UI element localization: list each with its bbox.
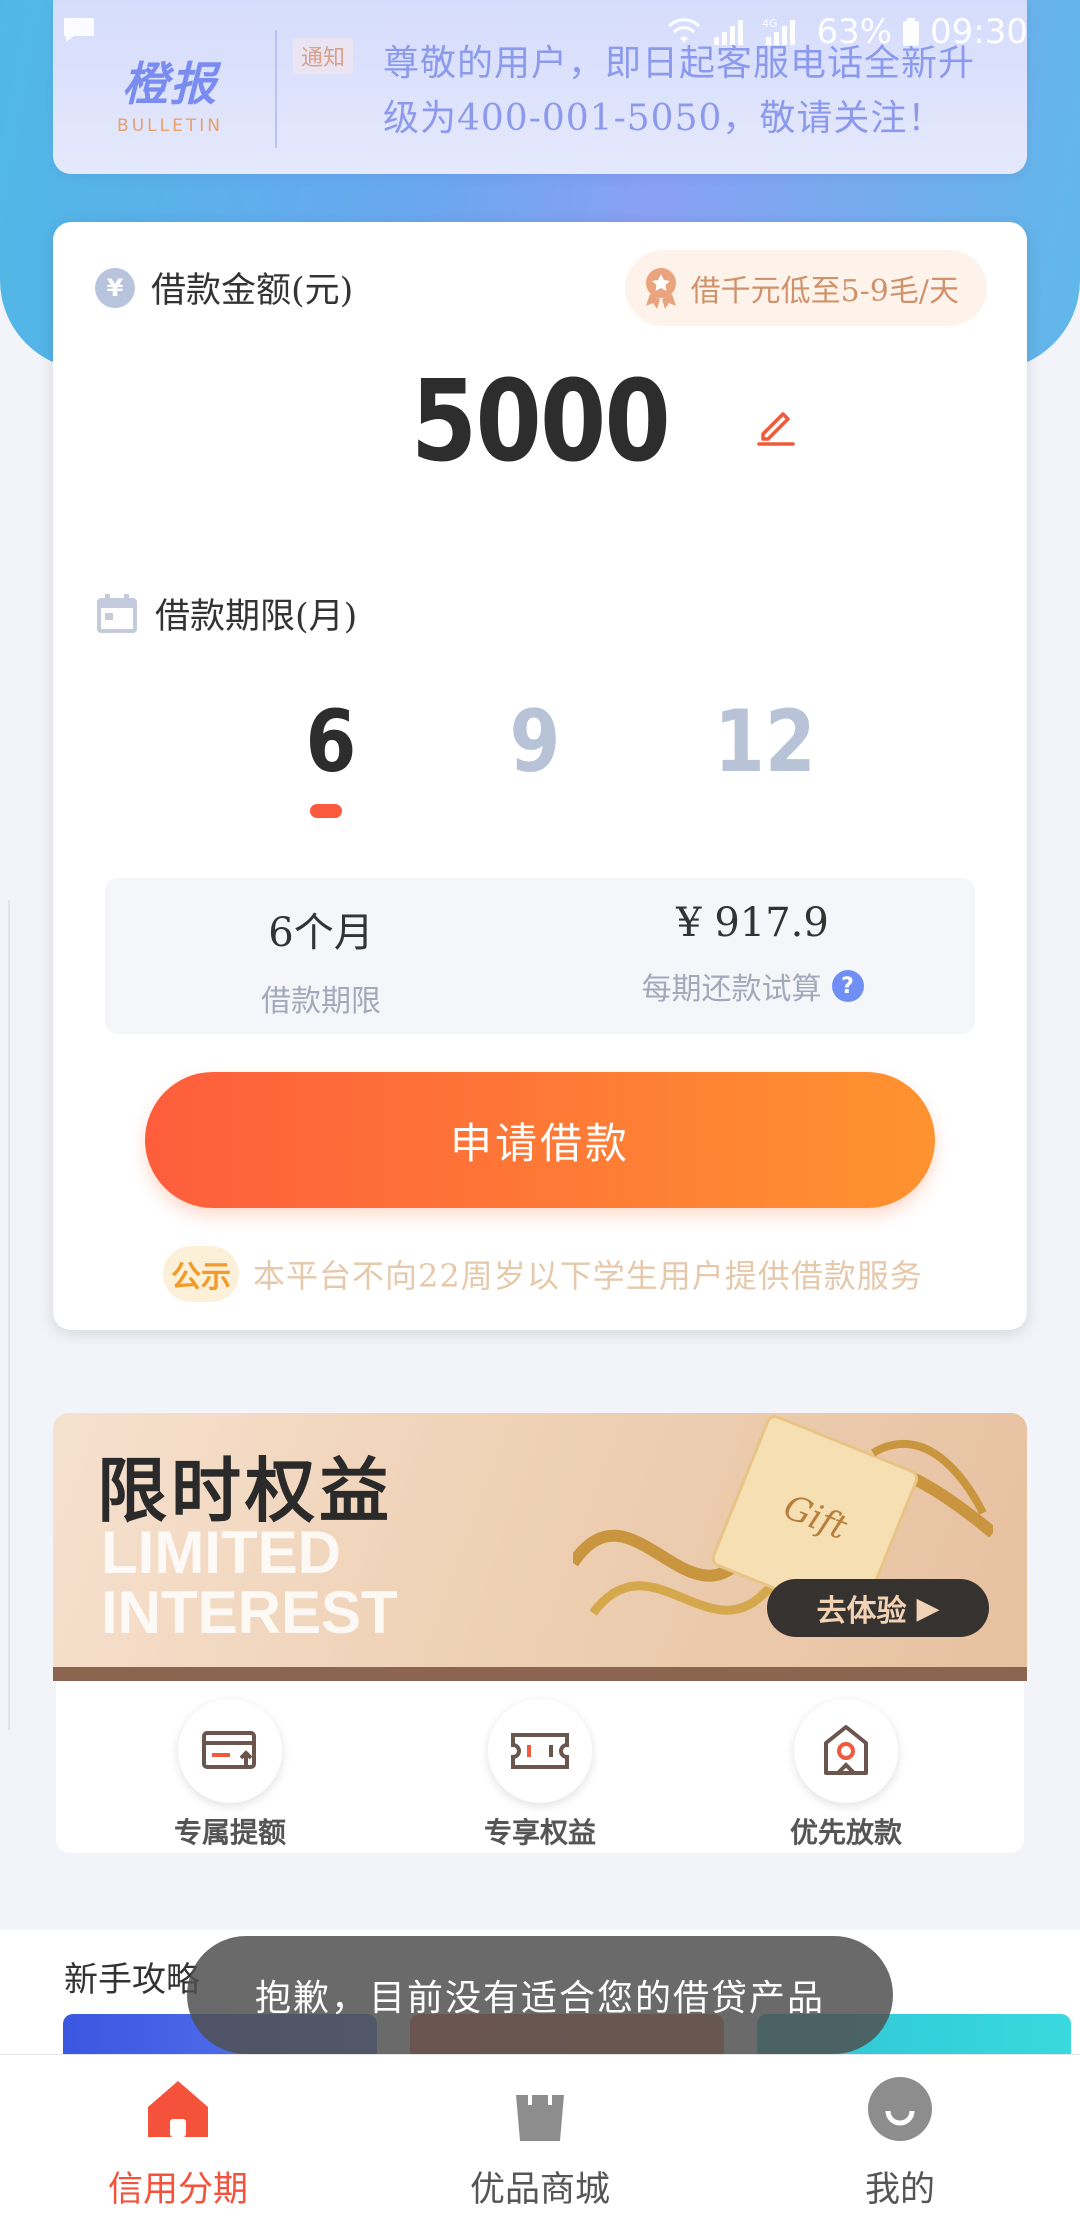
selected-term-indicator [310,804,342,818]
summary-term: 6个月 借款期限 [105,900,537,1020]
toast-message: 抱歉，目前没有适合您的借贷产品 [187,1936,893,2054]
credit-card-up-icon [202,1731,256,1769]
scroll-indicator [8,900,10,1730]
yen-icon: ¥ [95,267,135,308]
promo-text: 借千元低至5-9毛/天 [690,274,959,309]
priority-house-icon [824,1725,868,1775]
status-bar: 4G 63% 09:30 [0,0,1080,64]
signal-icon [714,20,744,45]
apply-loan-button[interactable]: 申请借款 [145,1072,935,1208]
notice-text: 本平台不向22周岁以下学生用户提供借款服务 [253,1257,923,1295]
try-now-label: 去体验 [816,1594,907,1629]
promo-badge: 借千元低至5-9毛/天 [624,250,987,326]
summary-payment-value: ¥ 917.9 [676,900,829,946]
calendar-icon [97,593,137,633]
term-label-text: 借款期限(月) [155,597,358,637]
benefit-priority-disbursement[interactable]: 优先放款 [746,1699,946,1851]
term-option-12[interactable]: 12 [714,692,816,792]
term-option-6[interactable]: 6 [305,692,356,792]
ticket-icon [511,1733,569,1769]
benefit-label: 专属提额 [173,1816,286,1849]
term-selector: 6 9 12 [53,692,1027,812]
battery-percent: 63% [816,12,893,52]
benefit-icon-circle [178,1699,282,1803]
term-label: 借款期限(月) [95,588,357,639]
signal-4g-icon: 4G [762,17,796,45]
battery-icon [903,18,920,46]
limited-interest-banner[interactable]: 限时权益 LIMITED INTEREST Gift 去体验 ▶ [53,1413,1027,1681]
nav-label: 我的 [864,2170,935,2210]
message-icon [64,18,94,42]
guide-title: 新手攻略 [64,1960,200,2000]
banner-subtitle-line1: LIMITED [101,1519,341,1586]
summary-term-caption-row: 借款期限 [105,976,537,1020]
loan-card: ¥ 借款金额(元) 借千元低至5-9毛/天 5000 借款期限(月) 6 9 1… [53,222,1027,1330]
banner-subtitle-line2: INTEREST [101,1579,398,1646]
edit-icon[interactable] [753,402,799,448]
nav-mall[interactable]: 优品商城 [420,2073,660,2212]
award-icon [645,268,676,309]
summary-term-caption: 借款期限 [261,984,381,1019]
clock: 09:30 [930,12,1028,52]
benefit-label: 优先放款 [789,1816,902,1849]
nav-label: 信用分期 [107,2170,248,2210]
benefit-label: 专享权益 [483,1816,596,1849]
play-arrow-icon: ▶ [916,1590,940,1626]
shopping-bag-icon [516,2081,564,2141]
summary-payment: ¥ 917.9 每期还款试算 ? [535,900,970,1008]
amount-label: ¥ 借款金额(元) [95,262,353,313]
nav-label: 优品商城 [469,2170,610,2210]
benefit-icon-circle [488,1699,592,1803]
bottom-nav: 信用分期 优品商城 我的 [0,2054,1080,2220]
network-type: 4G [762,17,778,30]
benefit-credit-increase[interactable]: 专属提额 [130,1699,330,1851]
help-icon[interactable]: ? [831,970,864,1002]
summary-term-value: 6个月 [268,910,374,956]
try-now-button[interactable]: 去体验 ▶ [767,1579,989,1637]
profile-icon [868,2077,932,2141]
benefit-icon-circle [794,1699,898,1803]
nav-credit-installment[interactable]: 信用分期 [58,2073,298,2212]
notice-badge: 公示 [163,1246,239,1302]
loan-amount[interactable]: 5000 [126,357,954,487]
term-option-9[interactable]: 9 [509,692,560,792]
amount-label-text: 借款金额(元) [151,271,354,311]
repayment-summary: 6个月 借款期限 ¥ 917.9 每期还款试算 ? [105,878,975,1034]
summary-payment-caption: 每期还款试算 [641,972,822,1007]
bulletin-logo-subtext: BULLETIN [117,116,223,136]
benefits-row: 专属提额 专享权益 优先放款 [56,1681,1024,1853]
disclaimer: 公示 本平台不向22周岁以下学生用户提供借款服务 [163,1246,923,1302]
nav-profile[interactable]: 我的 [780,2073,1020,2212]
wifi-icon [668,18,701,43]
summary-payment-caption-row: 每期还款试算 ? [535,964,970,1008]
benefit-exclusive-rights[interactable]: 专享权益 [440,1699,640,1851]
banner-bottom-bar [53,1667,1027,1681]
home-icon [148,2081,208,2137]
